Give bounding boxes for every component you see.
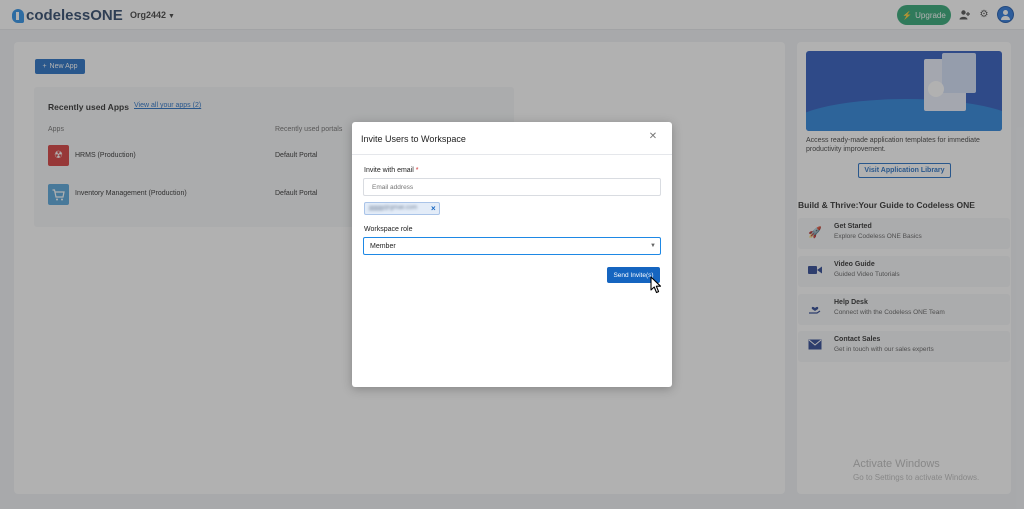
email-label-text: Invite with email	[364, 167, 414, 174]
required-mark: *	[415, 167, 419, 174]
remove-chip-icon[interactable]: ×	[431, 204, 436, 213]
role-selected-value: Member	[370, 243, 396, 250]
email-chip-text: jjjjjjjjjjj@gmail.com	[369, 205, 418, 211]
mouse-cursor-icon	[650, 276, 662, 299]
email-chip: jjjjjjjjjjj@gmail.com ×	[364, 202, 440, 215]
email-field[interactable]	[363, 178, 661, 196]
modal-title: Invite Users to Workspace	[361, 134, 466, 144]
workspace-role-select[interactable]: Member ▼	[363, 237, 661, 255]
close-icon[interactable]: ✕	[648, 132, 658, 142]
chevron-down-icon: ▼	[650, 243, 656, 249]
email-label: Invite with email *	[364, 167, 419, 174]
invite-users-modal: Invite Users to Workspace ✕ Invite with …	[352, 122, 672, 387]
modal-divider	[352, 154, 672, 155]
role-label: Workspace role	[364, 226, 413, 233]
